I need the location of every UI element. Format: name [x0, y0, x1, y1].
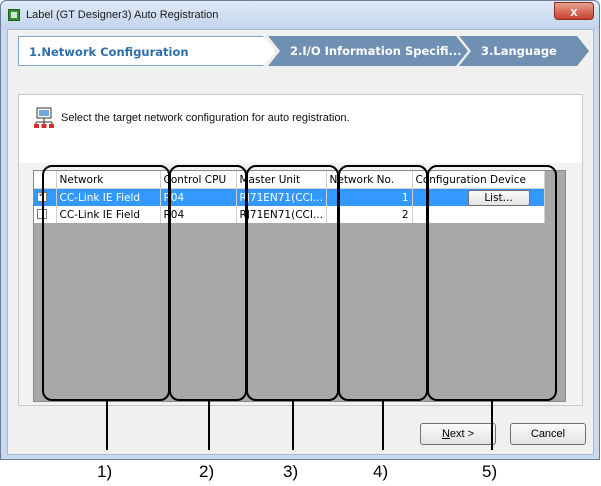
step-io-information[interactable]: 2.I/O Information Specifi...: [268, 36, 468, 66]
window-title: Label (GT Designer3) Auto Registration: [26, 9, 219, 21]
next-button[interactable]: Next >: [420, 423, 496, 445]
leader-line-2: [208, 401, 210, 450]
instruction-text: Select the target network configuration …: [61, 112, 350, 124]
wizard-steps: 1.Network Configuration Specification 2.…: [18, 36, 589, 66]
callout-frame-configuration-device: [427, 165, 557, 401]
callout-frame-control-cpu: [169, 165, 247, 401]
callout-label-3: 3): [283, 462, 299, 481]
callout-label-5: 5): [482, 462, 498, 481]
next-label: ext >: [449, 428, 475, 440]
callout-label-1: 1): [97, 462, 113, 481]
leader-line-4: [382, 401, 384, 450]
title-bar: Label (GT Designer3) Auto Registration x: [1, 1, 599, 29]
step-network-configuration[interactable]: 1.Network Configuration Specification: [18, 36, 276, 66]
leader-line-3: [292, 401, 294, 450]
callout-label-2: 2): [199, 462, 215, 481]
callout-label-4: 4): [373, 462, 389, 481]
callout-frame-network: [42, 165, 170, 401]
step-language-setting[interactable]: 3.Language Se...: [459, 36, 589, 66]
network-icon: [34, 107, 54, 128]
callout-frame-network-no: [338, 165, 428, 401]
next-mnemonic: N: [441, 428, 450, 440]
leader-line-1: [106, 401, 108, 450]
leader-line-5: [491, 401, 493, 450]
app-icon: [8, 9, 20, 21]
close-button[interactable]: x: [554, 2, 594, 20]
callout-frame-master-unit: [246, 165, 339, 401]
cancel-button[interactable]: Cancel: [510, 423, 586, 445]
